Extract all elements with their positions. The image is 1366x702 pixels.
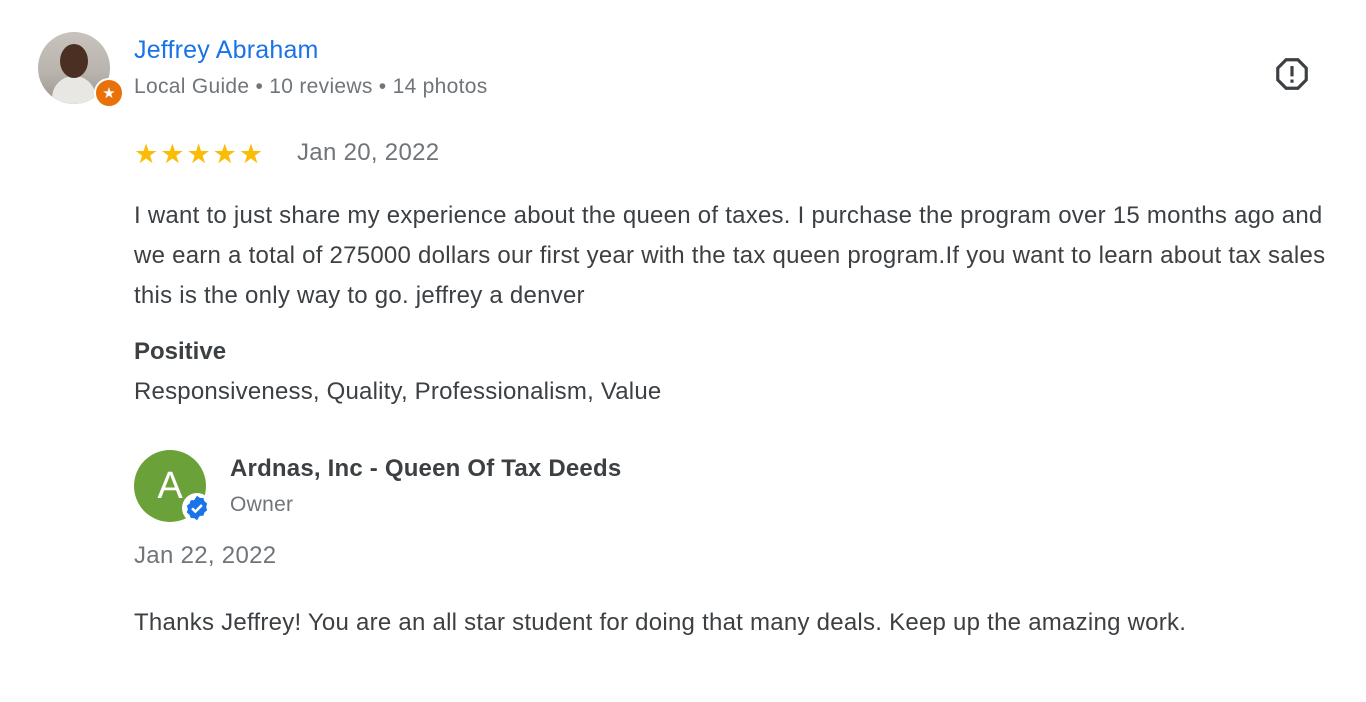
reviewer-avatar[interactable]: ★: [38, 32, 124, 108]
verified-icon: [182, 493, 212, 523]
owner-avatar-letter: A: [157, 464, 183, 507]
positive-title: Positive: [134, 338, 227, 365]
local-guide-star-icon: ★: [94, 78, 124, 108]
rating-stars: ★ ★ ★ ★ ★: [134, 139, 263, 169]
reviewer-name[interactable]: Jeffrey Abraham: [134, 36, 319, 65]
positive-values: Responsiveness, Quality, Professionalism…: [134, 378, 662, 405]
reply-text: Thanks Jeffrey! You are an all star stud…: [134, 609, 1187, 636]
owner-name: Ardnas, Inc - Queen Of Tax Deeds: [230, 455, 622, 482]
review-date: Jan 20, 2022: [297, 139, 440, 166]
report-icon[interactable]: [1272, 54, 1312, 94]
star-icon: ★: [160, 139, 185, 169]
owner-role: Owner: [230, 493, 294, 516]
reply-date: Jan 22, 2022: [134, 542, 277, 569]
review-text: I want to just share my experience about…: [134, 202, 1326, 309]
star-icon: ★: [238, 139, 264, 169]
reviewer-meta: Local Guide • 10 reviews • 14 photos: [134, 75, 488, 98]
review-card: ★ Jeffrey Abraham Local Guide • 10 revie…: [0, 0, 1366, 702]
star-icon: ★: [186, 139, 211, 169]
star-icon: ★: [212, 139, 237, 169]
star-icon: ★: [134, 139, 159, 169]
